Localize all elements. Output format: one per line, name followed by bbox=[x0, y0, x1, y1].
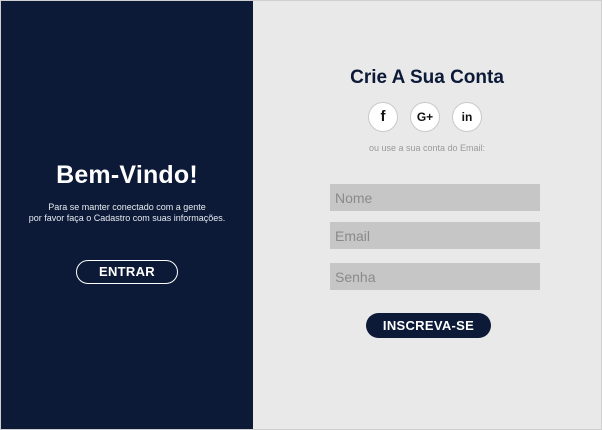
welcome-subtitle-line1: Para se manter conectado com a gente bbox=[48, 202, 206, 212]
google-plus-icon[interactable]: G+ bbox=[410, 102, 440, 132]
login-button[interactable]: ENTRAR bbox=[76, 260, 178, 284]
welcome-panel: Bem-Vindo! Para se manter conectado com … bbox=[1, 1, 253, 429]
password-field[interactable] bbox=[330, 263, 540, 290]
welcome-subtitle-line2: por favor faça o Cadastro com suas infor… bbox=[28, 213, 226, 223]
signup-card: Bem-Vindo! Para se manter conectado com … bbox=[0, 0, 602, 430]
signup-title: Crie A Sua Conta bbox=[350, 67, 504, 88]
email-hint: ou use a sua conta do Email: bbox=[368, 143, 486, 153]
linkedin-icon[interactable]: in bbox=[452, 102, 482, 132]
email-field[interactable] bbox=[330, 222, 540, 249]
signup-panel: Crie A Sua Conta f G+ in ou use a sua co… bbox=[253, 1, 601, 429]
welcome-title: Bem-Vindo! bbox=[56, 161, 198, 189]
name-field[interactable] bbox=[330, 184, 540, 211]
facebook-icon[interactable]: f bbox=[368, 102, 398, 132]
signup-button[interactable]: INSCREVA-SE bbox=[366, 313, 491, 338]
